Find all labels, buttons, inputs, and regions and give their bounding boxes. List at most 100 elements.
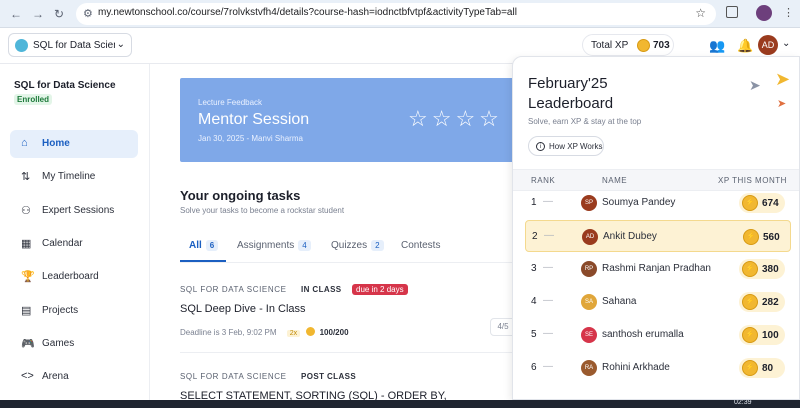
community-icon[interactable]: 👥 <box>709 38 725 54</box>
rating-stars[interactable]: ☆☆☆☆ <box>408 106 503 132</box>
xp-coin-icon <box>306 327 316 336</box>
rank: 3 <box>531 263 537 274</box>
forward-icon[interactable]: → <box>32 7 44 21</box>
total-xp-pill[interactable]: Total XP 703 <box>582 34 674 56</box>
sidebar-item-label: Calendar <box>42 238 83 249</box>
sidebar-item-games[interactable]: 🎮 Games <box>10 330 138 358</box>
col-name: NAME <box>602 176 628 185</box>
leaderboard-row[interactable]: 5 — SE santhosh erumalla ⚡ 100 <box>525 319 791 351</box>
sidebar-item-label: Expert Sessions <box>42 205 115 216</box>
xp-coin-icon: ⚡ <box>742 261 758 277</box>
student-name: santhosh erumalla <box>602 329 684 340</box>
task-category: SQL FOR DATA SCIENCE <box>180 372 287 381</box>
timeline-icon: ⇅ <box>21 171 31 183</box>
bell-icon[interactable]: 🔔 <box>737 38 753 54</box>
total-xp-label: Total XP <box>591 40 629 51</box>
xp-badge: ⚡ 560 <box>740 227 786 247</box>
tasks-title: Your ongoing tasks <box>180 188 301 203</box>
student-name: Sahana <box>602 296 637 307</box>
leaderboard-subtitle: Solve, earn XP & stay at the top <box>528 117 642 126</box>
course-selector[interactable]: SQL for Data Scienc... ⌄ <box>8 33 132 57</box>
rank-change-icon: — <box>543 295 553 306</box>
student-name: Rashmi Ranjan Pradhan <box>602 263 711 274</box>
sidebar: SQL for Data Science Enrolled ⌂ Home ⇅ M… <box>0 64 150 400</box>
xp-badge: ⚡ 282 <box>739 292 785 312</box>
user-avatar[interactable]: AD <box>758 35 778 55</box>
tab-label: Contests <box>401 240 441 251</box>
back-icon[interactable]: ← <box>10 7 22 21</box>
tab-label: Assignments <box>237 240 295 251</box>
calendar-icon: ▦ <box>21 238 32 250</box>
tab-count: 6 <box>205 240 219 251</box>
sidebar-item-label: My Timeline <box>42 171 96 182</box>
bookmark-star-icon[interactable]: ☆ <box>695 6 706 20</box>
sidebar-item-label: Arena <box>42 371 69 382</box>
student-name: Ankit Dubey <box>603 231 657 242</box>
chevron-down-icon[interactable]: ⌄ <box>782 38 790 49</box>
task-name[interactable]: SQL Deep Dive - In Class <box>180 303 510 315</box>
leaderboard-title: February'25 Leaderboard <box>528 74 613 114</box>
sidebar-item-label: Projects <box>42 305 79 316</box>
sidebar-item-calendar[interactable]: ▦ Calendar <box>10 230 138 258</box>
extensions-icon[interactable] <box>726 6 738 18</box>
people-icon: ⚇ <box>21 205 31 217</box>
leaderboard-row[interactable]: 1 — SP Soumya Pandey ⚡ 674 <box>525 187 791 219</box>
trophy-icon: 🏆 <box>21 271 35 283</box>
tab-quizzes[interactable]: Quizzes 2 <box>331 240 384 251</box>
leaderboard-title-month: February'25 <box>528 75 608 92</box>
sidebar-item-timeline[interactable]: ⇅ My Timeline <box>10 163 138 191</box>
sidebar-item-home[interactable]: ⌂ Home <box>10 130 138 158</box>
sidebar-item-leaderboard[interactable]: 🏆 Leaderboard <box>10 263 138 291</box>
sidebar-item-projects[interactable]: ▤ Projects <box>10 297 138 325</box>
task-divider <box>180 352 520 353</box>
sidebar-item-label: Games <box>42 338 75 349</box>
col-xp: XP THIS MONTH <box>718 176 787 185</box>
tab-all[interactable]: All 6 <box>189 240 219 251</box>
rank-change-icon: — <box>543 361 553 372</box>
url-text[interactable]: my.newtonschool.co/course/7rolvkstvfh4/d… <box>98 7 517 18</box>
xp-coin-icon: ⚡ <box>742 360 758 376</box>
address-bar[interactable]: ⚙ my.newtonschool.co/course/7rolvkstvfh4… <box>76 3 716 25</box>
student-name: Soumya Pandey <box>602 197 676 208</box>
how-xp-works-button[interactable]: i How XP Works <box>528 136 604 156</box>
enrolled-badge: Enrolled <box>14 94 53 105</box>
student-name: Rohini Arkhade <box>602 362 670 373</box>
xp-coin-icon: ⚡ <box>742 294 758 310</box>
tab-count: 4 <box>298 240 311 251</box>
leaderboard-row[interactable]: 6 — RA Rohini Arkhade ⚡ 80 <box>525 352 791 384</box>
home-icon: ⌂ <box>21 137 28 149</box>
leaderboard-row[interactable]: 4 — SA Sahana ⚡ 282 <box>525 286 791 318</box>
tab-assignments[interactable]: Assignments 4 <box>237 240 311 251</box>
task-card[interactable]: SQL FOR DATA SCIENCE IN CLASS due in 2 d… <box>180 279 510 337</box>
rocket-icon: ➤ <box>775 69 791 89</box>
sidebar-item-arena[interactable]: <> Arena <box>10 363 138 391</box>
gamepad-icon: 🎮 <box>21 338 35 350</box>
task-card[interactable]: SQL FOR DATA SCIENCE POST CLASS SELECT S… <box>180 366 510 400</box>
xp-coin-icon <box>637 39 650 52</box>
sidebar-item-expert-sessions[interactable]: ⚇ Expert Sessions <box>10 197 138 225</box>
rank: 5 <box>531 329 537 340</box>
xp-coin-icon: ⚡ <box>743 229 759 245</box>
leaderboard-row[interactable]: 3 — RP Rashmi Ranjan Pradhan ⚡ 380 <box>525 253 791 285</box>
xp-value: 282 <box>762 297 779 308</box>
reload-icon[interactable]: ↻ <box>54 7 64 21</box>
tab-label: All <box>189 240 202 251</box>
browser-profile-icon[interactable] <box>756 5 772 21</box>
tab-count: 2 <box>371 240 384 251</box>
banner-title: Mentor Session <box>198 111 310 128</box>
task-class-type: POST CLASS <box>301 372 357 381</box>
tab-contests[interactable]: Contests <box>401 240 440 251</box>
browser-menu-icon[interactable]: ⋮ <box>783 6 794 19</box>
task-name[interactable]: SELECT STATEMENT, SORTING (SQL) - ORDER … <box>180 390 510 400</box>
sidebar-item-label: Leaderboard <box>42 271 99 282</box>
leaderboard-row-current-user[interactable]: 2 — AD Ankit Dubey ⚡ 560 <box>525 220 791 252</box>
avatar: SE <box>581 327 597 343</box>
chevron-down-icon: ⌄ <box>116 39 125 50</box>
site-settings-icon[interactable]: ⚙ <box>83 7 93 20</box>
tab-label: Quizzes <box>331 240 368 251</box>
how-xp-works-label: How XP Works <box>549 142 603 151</box>
rank: 1 <box>531 197 537 208</box>
avatar: RP <box>581 261 597 277</box>
avatar: SA <box>581 294 597 310</box>
course-selector-label: SQL for Data Scienc... <box>33 40 115 51</box>
